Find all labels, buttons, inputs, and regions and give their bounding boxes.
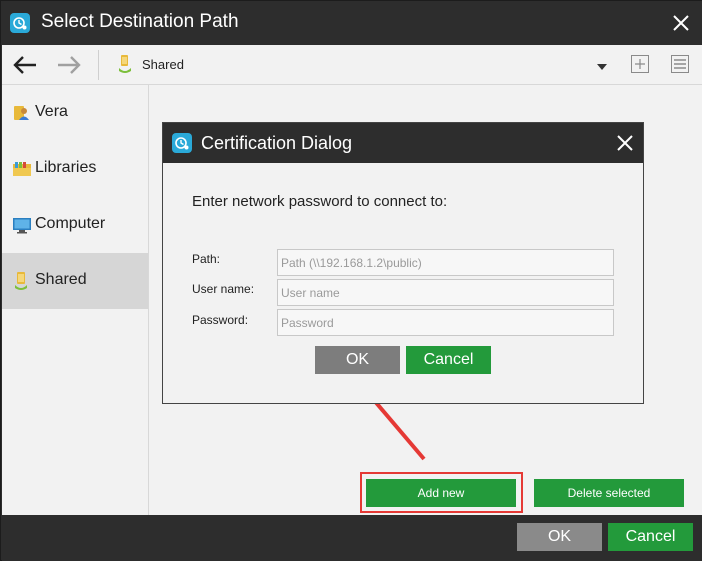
dialog-cancel-button[interactable]: Cancel bbox=[406, 346, 491, 374]
title-bar: Select Destination Path bbox=[1, 1, 702, 45]
app-logo-icon bbox=[172, 133, 192, 153]
path-input[interactable] bbox=[277, 249, 614, 276]
app-logo-icon bbox=[10, 13, 30, 33]
plus-square-icon[interactable] bbox=[630, 54, 650, 74]
toolbar: Shared bbox=[2, 45, 702, 85]
sidebar-item-label: Vera bbox=[35, 103, 68, 120]
computer-icon bbox=[12, 215, 32, 235]
libraries-icon bbox=[12, 159, 32, 179]
toolbar-divider bbox=[98, 50, 99, 80]
close-icon[interactable] bbox=[615, 133, 635, 153]
user-folder-icon bbox=[12, 103, 32, 123]
list-view-icon[interactable] bbox=[670, 54, 690, 74]
sidebar-item-computer[interactable]: Computer bbox=[2, 197, 148, 253]
ok-button[interactable]: OK bbox=[517, 523, 602, 551]
sidebar-item-shared[interactable]: Shared bbox=[2, 253, 148, 309]
path-label: Path: bbox=[192, 252, 221, 266]
dialog-prompt: Enter network password to connect to: bbox=[192, 193, 448, 210]
chevron-down-icon[interactable] bbox=[596, 59, 608, 70]
sidebar-item-vera[interactable]: Vera bbox=[2, 85, 148, 141]
shared-folder-icon bbox=[12, 271, 32, 291]
username-label: User name: bbox=[192, 282, 255, 296]
sidebar-item-label: Shared bbox=[35, 271, 87, 288]
add-new-button[interactable]: Add new bbox=[366, 479, 516, 507]
window-title: Select Destination Path bbox=[41, 11, 239, 32]
arrow-right-icon[interactable] bbox=[56, 54, 82, 76]
sidebar: Vera Libraries Computer Shared bbox=[2, 85, 149, 515]
password-input[interactable] bbox=[277, 309, 614, 336]
dialog-ok-button[interactable]: OK bbox=[315, 346, 400, 374]
sidebar-item-label: Computer bbox=[35, 215, 106, 232]
shared-folder-icon bbox=[118, 54, 132, 74]
current-location: Shared bbox=[142, 57, 184, 72]
sidebar-item-libraries[interactable]: Libraries bbox=[2, 141, 148, 197]
dialog-title-bar: Certification Dialog bbox=[163, 123, 643, 163]
arrow-left-icon[interactable] bbox=[12, 54, 38, 76]
delete-selected-button[interactable]: Delete selected bbox=[534, 479, 684, 507]
certification-dialog: Certification Dialog Enter network passw… bbox=[162, 122, 644, 404]
select-destination-path-window: Select Destination Path Shared Vera Libr… bbox=[0, 0, 702, 561]
dialog-title: Certification Dialog bbox=[201, 133, 353, 153]
password-label: Password: bbox=[192, 313, 249, 327]
cancel-button[interactable]: Cancel bbox=[608, 523, 693, 551]
username-input[interactable] bbox=[277, 279, 614, 306]
close-icon[interactable] bbox=[670, 12, 692, 34]
sidebar-item-label: Libraries bbox=[35, 159, 97, 176]
